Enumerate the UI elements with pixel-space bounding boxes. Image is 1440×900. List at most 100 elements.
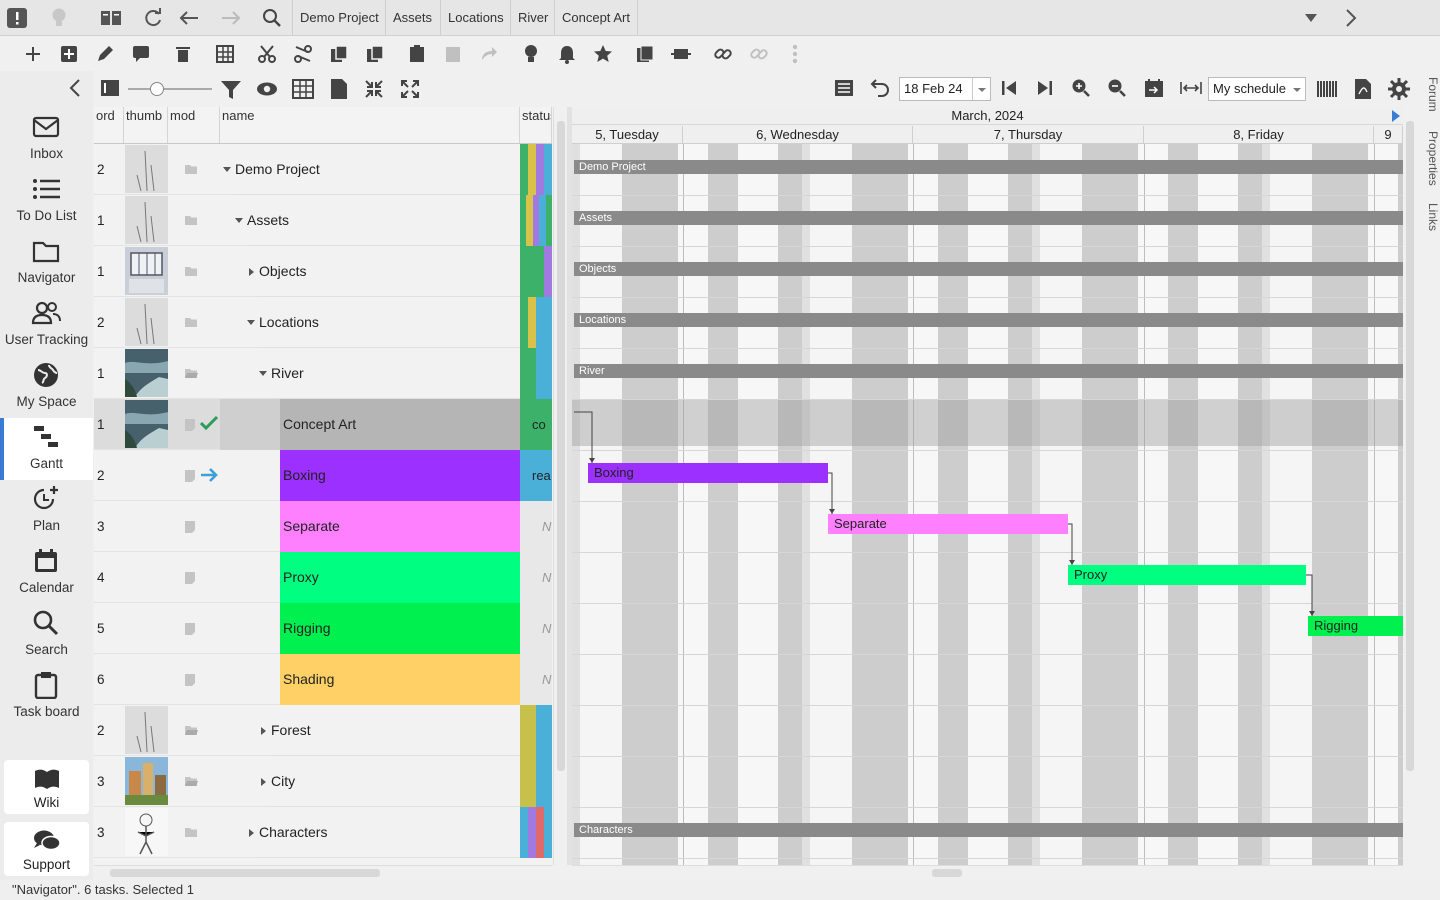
status-cell[interactable]: co <box>520 399 552 450</box>
folder-name[interactable]: Demo Project <box>235 144 320 195</box>
thumbnail-image[interactable] <box>125 145 168 193</box>
sidebar-item-task-board[interactable]: Task board <box>0 666 93 728</box>
right-tab-properties[interactable]: Properties <box>1420 131 1440 186</box>
folder-name[interactable]: Assets <box>247 195 289 246</box>
columns-icon[interactable] <box>1316 79 1338 99</box>
app-menu-icon[interactable] <box>2 3 32 33</box>
copy-link-icon[interactable] <box>360 39 390 69</box>
folder-name[interactable]: River <box>271 348 304 399</box>
zoom-in-icon[interactable] <box>1071 78 1093 100</box>
chevron-down-icon[interactable] <box>972 78 990 100</box>
column-header-name[interactable]: name <box>220 107 520 144</box>
summary-bar[interactable]: Assets <box>574 211 1403 225</box>
eye-icon[interactable] <box>256 80 278 98</box>
table-row[interactable]: 2 Forest <box>94 705 552 756</box>
export-pdf-icon[interactable] <box>1354 78 1372 100</box>
breadcrumb-item[interactable]: Demo Project <box>292 0 386 35</box>
task-bar[interactable]: Rigging <box>1308 616 1403 636</box>
summary-bar[interactable]: Locations <box>574 313 1403 327</box>
scroll-right-marker-icon[interactable] <box>1391 110 1401 122</box>
collapse-all-icon[interactable] <box>364 79 386 99</box>
task-name[interactable]: Boxing <box>283 450 326 501</box>
status-cell[interactable] <box>520 756 552 807</box>
table-row[interactable]: 1 Concept Art co <box>94 399 552 450</box>
fit-width-icon[interactable] <box>1180 80 1202 98</box>
sidebar-item-calendar[interactable]: Calendar <box>0 542 93 604</box>
delete-icon[interactable] <box>168 39 198 69</box>
table-row[interactable]: 2 Demo Project <box>94 144 552 195</box>
status-cell[interactable]: N <box>520 501 552 552</box>
summary-bar[interactable]: Objects <box>574 262 1403 276</box>
summary-bar[interactable]: River <box>574 364 1403 378</box>
thumbnail-image[interactable] <box>125 298 168 346</box>
resize-icon[interactable] <box>666 39 696 69</box>
table-icon[interactable] <box>292 79 314 99</box>
table-row[interactable]: 3 Characters <box>94 807 552 858</box>
table-row[interactable]: 3 City <box>94 756 552 807</box>
status-cell[interactable]: N <box>520 603 552 654</box>
summary-bar[interactable]: Demo Project <box>574 160 1403 174</box>
table-row[interactable]: 1 Assets <box>94 195 552 246</box>
star-icon[interactable] <box>588 39 618 69</box>
status-cell[interactable] <box>520 348 552 399</box>
panel-icon[interactable] <box>100 79 122 99</box>
caret-right-icon[interactable] <box>246 267 256 277</box>
sidebar-item-gantt[interactable]: Gantt <box>0 418 93 480</box>
cut-alt-icon[interactable] <box>288 39 318 69</box>
status-cell[interactable]: rea <box>520 450 552 501</box>
caret-down-icon[interactable] <box>222 165 232 175</box>
sidebar-item-plan[interactable]: Plan <box>0 480 93 542</box>
caret-right-icon[interactable] <box>246 828 256 838</box>
zoom-out-icon[interactable] <box>1107 78 1129 100</box>
cut-icon[interactable] <box>252 39 282 69</box>
table-row[interactable]: 4 Proxy N <box>94 552 552 603</box>
caret-down-icon[interactable] <box>234 216 244 226</box>
right-tab-links[interactable]: Links <box>1420 203 1440 231</box>
column-header-thumb[interactable]: thumb <box>124 107 168 144</box>
breadcrumb-item[interactable]: Locations <box>440 0 511 35</box>
skip-forward-icon[interactable] <box>1036 79 1056 99</box>
expand-all-icon[interactable] <box>400 79 422 99</box>
table-row[interactable]: 2 Locations <box>94 297 552 348</box>
scrollbar-thumb[interactable] <box>1406 121 1414 771</box>
redo-icon[interactable] <box>474 39 504 69</box>
breadcrumb-item[interactable]: Concept Art <box>554 0 637 35</box>
caret-down-icon[interactable] <box>258 369 268 379</box>
undo-icon[interactable] <box>870 78 892 100</box>
support-button[interactable]: Support <box>4 822 89 876</box>
thumbnail-image[interactable] <box>125 808 168 856</box>
link-icon[interactable] <box>708 39 738 69</box>
status-cell[interactable] <box>520 297 552 348</box>
task-name[interactable]: Shading <box>283 654 334 705</box>
breadcrumb-item[interactable]: River <box>510 0 555 35</box>
list-view-icon[interactable] <box>834 79 856 99</box>
task-name[interactable]: Proxy <box>283 552 319 603</box>
table-row[interactable]: 1 River <box>94 348 552 399</box>
right-tab-forum[interactable]: Forum <box>1420 77 1440 112</box>
task-bar[interactable]: Boxing <box>588 463 828 483</box>
table-row[interactable]: 5 Rigging N <box>94 603 552 654</box>
export-xls-icon[interactable] <box>330 78 348 100</box>
comment-icon[interactable] <box>126 39 156 69</box>
chevron-right-icon[interactable] <box>1336 3 1366 33</box>
scrollbar-thumb[interactable] <box>557 121 565 771</box>
caret-right-icon[interactable] <box>258 726 268 736</box>
thumbnail-image[interactable] <box>125 247 168 295</box>
bulb-icon[interactable] <box>516 39 546 69</box>
task-bar[interactable]: Proxy <box>1068 565 1306 585</box>
folder-name[interactable]: City <box>271 756 295 807</box>
column-header-status[interactable]: status <box>520 107 552 144</box>
forward-icon[interactable] <box>216 3 246 33</box>
gantt-vertical-scrollbar[interactable] <box>1403 107 1417 865</box>
table-horizontal-scrollbar[interactable] <box>94 865 552 879</box>
lightbulb-icon[interactable] <box>44 3 74 33</box>
calendar-jump-icon[interactable] <box>1144 78 1166 100</box>
add-subtask-icon[interactable] <box>54 39 84 69</box>
breadcrumb-item[interactable]: Assets <box>385 0 439 35</box>
grid-3d-icon[interactable] <box>210 39 240 69</box>
collapse-sidebar-icon[interactable] <box>64 77 86 99</box>
search-icon[interactable] <box>257 3 287 33</box>
filter-icon[interactable] <box>220 79 242 101</box>
chevron-down-icon[interactable] <box>1296 3 1326 33</box>
copy-icon[interactable] <box>324 39 354 69</box>
